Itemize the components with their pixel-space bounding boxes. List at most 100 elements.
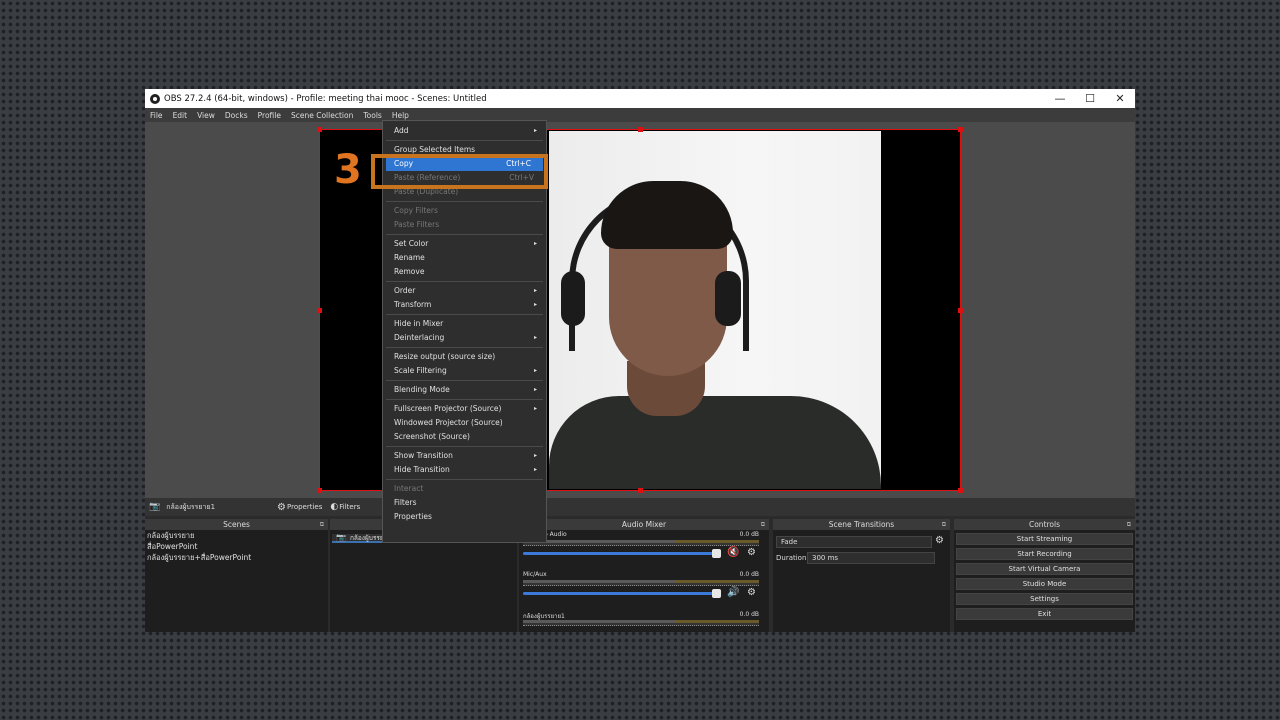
camera-icon: 📷 (336, 533, 346, 542)
menu-item-blending-mode[interactable]: Blending Mode ▸ (383, 383, 546, 397)
menu-tools[interactable]: Tools (358, 111, 386, 120)
audio-mixer-title: Audio Mixer (621, 520, 667, 529)
menu-item-properties[interactable]: Properties (383, 510, 546, 524)
start-recording-button[interactable]: Start Recording (956, 548, 1133, 560)
speaker-icon[interactable]: 🔊 (727, 587, 739, 598)
menu-item-show-transition[interactable]: Show Transition ▸ (383, 449, 546, 463)
menu-item-fullscreen-projector-source[interactable]: Fullscreen Projector (Source) ▸ (383, 402, 546, 416)
submenu-arrow-icon: ▸ (533, 301, 537, 308)
menu-item-paste-filters: Paste Filters (383, 218, 546, 232)
filters-button[interactable]: ◐ Filters (330, 502, 360, 512)
exit-button[interactable]: Exit (956, 608, 1133, 620)
menu-item-label: Blending Mode (394, 385, 450, 394)
maximize-button[interactable]: ☐ (1075, 89, 1105, 108)
menu-item-windowed-projector-source[interactable]: Windowed Projector (Source) (383, 416, 546, 430)
volume-meter (523, 540, 759, 546)
menu-item-screenshot-source[interactable]: Screenshot (Source) (383, 430, 546, 444)
menu-file[interactable]: File (145, 111, 168, 120)
undock-icon[interactable]: ⧉ (320, 519, 324, 530)
preview-area (145, 122, 1135, 498)
menu-docks[interactable]: Docks (220, 111, 253, 120)
menu-scene-collection[interactable]: Scene Collection (286, 111, 358, 120)
resize-handle-top-right[interactable] (958, 127, 963, 132)
minimize-button[interactable]: — (1045, 89, 1075, 108)
menu-item-set-color[interactable]: Set Color ▸ (383, 237, 546, 251)
menu-item-deinterlacing[interactable]: Deinterlacing ▸ (383, 331, 546, 345)
menu-item-resize-output-source-size[interactable]: Resize output (source size) (383, 350, 546, 364)
gear-icon: ⚙ (277, 501, 286, 513)
duration-input[interactable]: 300 ms (807, 552, 935, 564)
menu-separator (386, 399, 543, 400)
volume-meter (523, 620, 759, 626)
step-number: 3 (334, 147, 362, 193)
menu-item-label: Properties (394, 512, 432, 521)
undock-icon[interactable]: ⧉ (1127, 519, 1131, 530)
channel-name: Mic/Aux (523, 571, 547, 578)
scene-item[interactable]: กล้องผู้บรรยาย (145, 530, 328, 541)
scene-transitions-title: Scene Transitions (828, 520, 895, 529)
submenu-arrow-icon: ▸ (533, 386, 537, 393)
audio-mixer-dock: Audio Mixer ⧉ Desktop Audio 0.0 dB 🔇 ⚙ M… (519, 519, 769, 632)
menu-item-hide-transition[interactable]: Hide Transition ▸ (383, 463, 546, 477)
menu-view[interactable]: View (192, 111, 220, 120)
webcam-video (549, 131, 881, 489)
submenu-arrow-icon: ▸ (533, 405, 537, 412)
settings-button[interactable]: Settings (956, 593, 1133, 605)
menu-item-remove[interactable]: Remove (383, 265, 546, 279)
close-button[interactable]: ✕ (1105, 89, 1135, 108)
source-toolbar: 📷 กล้องผู้บรรยาย1 ⚙ Properties ◐ Filters (145, 498, 1135, 516)
channel-db: 0.0 dB (739, 531, 759, 538)
resize-handle-right[interactable] (958, 308, 963, 313)
menu-edit[interactable]: Edit (168, 111, 193, 120)
menu-separator (386, 347, 543, 348)
menu-profile[interactable]: Profile (253, 111, 286, 120)
resize-handle-bottom[interactable] (638, 488, 643, 493)
menu-separator (386, 201, 543, 202)
menu-item-label: Filters (394, 498, 417, 507)
transition-select[interactable]: Fade (776, 536, 932, 548)
menu-item-add[interactable]: Add ▸ (383, 124, 546, 138)
slider-knob[interactable] (712, 589, 721, 598)
properties-button[interactable]: ⚙ Properties (277, 502, 322, 513)
undock-icon[interactable]: ⧉ (761, 519, 765, 530)
menu-item-label: Scale Filtering (394, 366, 447, 375)
scene-item[interactable]: กล้องผู้บรรยาย+สื่อPowerPoint (145, 552, 328, 563)
gear-icon[interactable]: ⚙ (747, 587, 756, 598)
slider-knob[interactable] (712, 549, 721, 558)
menu-separator (386, 234, 543, 235)
menu-item-transform[interactable]: Transform ▸ (383, 298, 546, 312)
obs-window: OBS 27.2.4 (64-bit, windows) - Profile: … (145, 89, 1135, 632)
menu-item-label: Deinterlacing (394, 333, 445, 342)
resize-handle-top-left[interactable] (317, 127, 322, 132)
menu-item-label: Screenshot (Source) (394, 432, 470, 441)
menu-item-filters[interactable]: Filters (383, 496, 546, 510)
studio-mode-button[interactable]: Studio Mode (956, 578, 1133, 590)
menu-item-hide-in-mixer[interactable]: Hide in Mixer (383, 317, 546, 331)
resize-handle-bottom-right[interactable] (958, 488, 963, 493)
resize-handle-bottom-left[interactable] (317, 488, 322, 493)
volume-meter (523, 580, 759, 586)
menu-item-rename[interactable]: Rename (383, 251, 546, 265)
submenu-arrow-icon: ▸ (533, 127, 537, 134)
gear-icon[interactable]: ⚙ (935, 535, 944, 546)
menu-item-order[interactable]: Order ▸ (383, 284, 546, 298)
menu-item-label: Hide Transition (394, 465, 450, 474)
submenu-arrow-icon: ▸ (533, 466, 537, 473)
menu-item-scale-filtering[interactable]: Scale Filtering ▸ (383, 364, 546, 378)
start-streaming-button[interactable]: Start Streaming (956, 533, 1133, 545)
resize-handle-top[interactable] (638, 127, 643, 132)
volume-slider[interactable] (523, 549, 721, 558)
gear-icon[interactable]: ⚙ (747, 547, 756, 558)
undock-icon[interactable]: ⧉ (942, 519, 946, 530)
mixer-channel-mic: Mic/Aux 0.0 dB 🔊 ⚙ (519, 570, 769, 610)
muted-speaker-icon[interactable]: 🔇 (727, 547, 739, 558)
menu-item-label: Order (394, 286, 416, 295)
resize-handle-left[interactable] (317, 308, 322, 313)
controls-title: Controls (1028, 520, 1061, 529)
volume-slider[interactable] (523, 589, 721, 598)
scene-item[interactable]: สื่อPowerPoint (145, 541, 328, 552)
scene-transitions-dock: Scene Transitions ⧉ Fade ⚙ Duration 300 … (773, 519, 950, 632)
window-title: OBS 27.2.4 (64-bit, windows) - Profile: … (164, 93, 487, 104)
menu-help[interactable]: Help (387, 111, 414, 120)
start-virtual-camera-button[interactable]: Start Virtual Camera (956, 563, 1133, 575)
